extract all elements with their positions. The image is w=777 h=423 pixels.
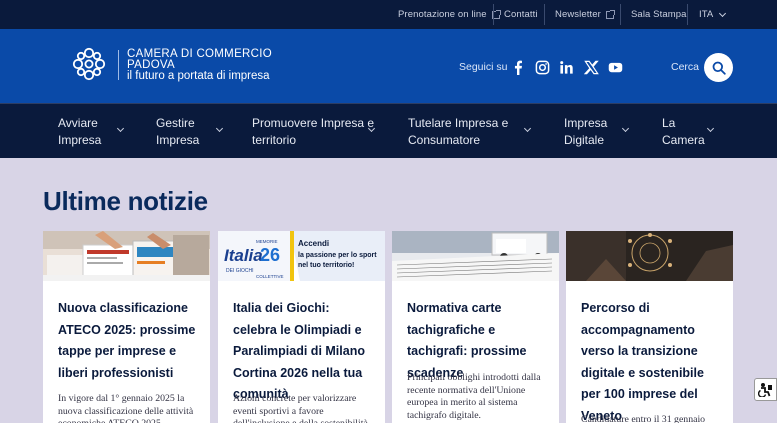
chevron-down-icon: [215, 124, 224, 133]
nav-item-impresa-digitale[interactable]: Impresa Digitale: [564, 104, 634, 159]
news-card-image: [566, 231, 733, 281]
image-ring-text-2: COLLETTIVE: [256, 274, 284, 279]
news-card-image: [43, 231, 210, 281]
nav-item-promuovere-impresa[interactable]: Promuovere Impresa e territorio: [252, 104, 380, 159]
image-brand: Italia: [224, 246, 263, 265]
news-card[interactable]: Normativa carte tachigrafiche e tachigra…: [392, 231, 559, 423]
search-icon: [712, 61, 726, 75]
news-card-description: In vigore dal 1° gennaio 2025 la nuova c…: [58, 393, 194, 423]
image-subtitle: DEI GIOCHI: [226, 268, 254, 274]
section-title: Ultime notizie: [43, 186, 208, 216]
image-caption-line1: Accendi: [298, 239, 329, 248]
language-selector-label: ITA: [699, 9, 714, 20]
follow-us-label: Seguici su: [459, 61, 508, 73]
press-room-link[interactable]: Sala Stampa: [631, 0, 687, 29]
news-card[interactable]: Italia 26 DEI GIOCHI MEMORIE COLLETTIVE …: [218, 231, 385, 423]
linkedin-icon[interactable]: [559, 60, 574, 75]
nav-item-label: Impresa Digitale: [564, 115, 608, 147]
chevron-down-icon: [706, 124, 715, 133]
instagram-icon[interactable]: [535, 60, 550, 75]
image-caption-line2: la passione per lo sport: [298, 252, 377, 259]
news-card-description: Candidature entro il 31 gennaio: [581, 414, 706, 423]
news-card-description: Principali obblighi introdotti dalla rec…: [407, 372, 541, 421]
language-selector[interactable]: ITA: [699, 0, 727, 29]
news-card-image: [392, 231, 559, 281]
chamber-logo-icon[interactable]: [70, 45, 108, 83]
nav-item-label: La Camera: [662, 115, 705, 147]
search-button[interactable]: [704, 53, 733, 82]
image-number: 26: [260, 245, 280, 265]
nav-item-label: Promuovere Impresa e territorio: [252, 115, 375, 147]
newsletter-link[interactable]: Newsletter: [555, 0, 615, 29]
external-link-icon: [605, 9, 615, 19]
nav-item-label: Gestire Impresa: [156, 115, 200, 147]
nav-item-avviare-impresa[interactable]: Avviare Impresa: [58, 104, 128, 159]
booking-link-label: Prenotazione on line: [398, 9, 487, 20]
topbar-divider: [493, 4, 494, 25]
booking-link[interactable]: Prenotazione on line: [398, 0, 501, 29]
news-card[interactable]: Nuova classificazione ATECO 2025: prossi…: [43, 231, 210, 423]
accessibility-icon: [758, 383, 772, 397]
contacts-link[interactable]: Contatti: [504, 0, 538, 29]
youtube-icon[interactable]: [608, 60, 623, 75]
site-header: CAMERA DI COMMERCIO PADOVA il futuro a p…: [0, 29, 777, 103]
news-card-title[interactable]: Italia dei Giochi: celebra le Olimpiadi …: [233, 298, 375, 406]
chevron-down-icon: [719, 9, 727, 17]
logo-tagline[interactable]: il futuro a portata di impresa: [127, 70, 270, 82]
topbar-divider: [687, 4, 688, 25]
accessibility-button[interactable]: [754, 378, 777, 401]
chevron-down-icon: [523, 124, 532, 133]
press-room-link-label: Sala Stampa: [631, 9, 687, 20]
topbar-divider: [544, 4, 545, 25]
x-icon[interactable]: [584, 60, 599, 75]
news-card-description: Azioni concrete per valorizzare eventi s…: [233, 393, 368, 423]
image-caption-line3: nel tuo territorio!: [298, 262, 354, 269]
news-card[interactable]: Percorso di accompagnamento verso la tra…: [566, 231, 733, 423]
nav-item-la-camera[interactable]: La Camera: [662, 104, 722, 159]
search-label[interactable]: Cerca: [671, 61, 699, 73]
nav-item-label: Avviare Impresa: [58, 115, 102, 147]
news-card-title[interactable]: Nuova classificazione ATECO 2025: prossi…: [58, 298, 200, 384]
topbar-divider: [620, 4, 621, 25]
nav-item-tutelare-impresa[interactable]: Tutelare Impresa e Consumatore: [408, 104, 536, 159]
facebook-icon[interactable]: [511, 60, 526, 75]
image-ring-text: MEMORIE: [256, 239, 278, 244]
chevron-down-icon: [621, 124, 630, 133]
top-utility-bar: Prenotazione on line Contatti Newsletter…: [0, 0, 777, 29]
nav-item-label: Tutelare Impresa e Consumatore: [408, 115, 509, 147]
chevron-down-icon: [116, 124, 125, 133]
news-card-title[interactable]: Percorso di accompagnamento verso la tra…: [581, 298, 723, 423]
logo-divider: [118, 50, 119, 80]
nav-item-gestire-impresa[interactable]: Gestire Impresa: [156, 104, 241, 159]
news-card-image: Italia 26 DEI GIOCHI MEMORIE COLLETTIVE …: [218, 231, 385, 281]
contacts-link-label: Contatti: [504, 9, 538, 20]
newsletter-link-label: Newsletter: [555, 9, 601, 20]
main-navigation: Avviare Impresa Gestire Impresa Promuove…: [0, 103, 777, 158]
